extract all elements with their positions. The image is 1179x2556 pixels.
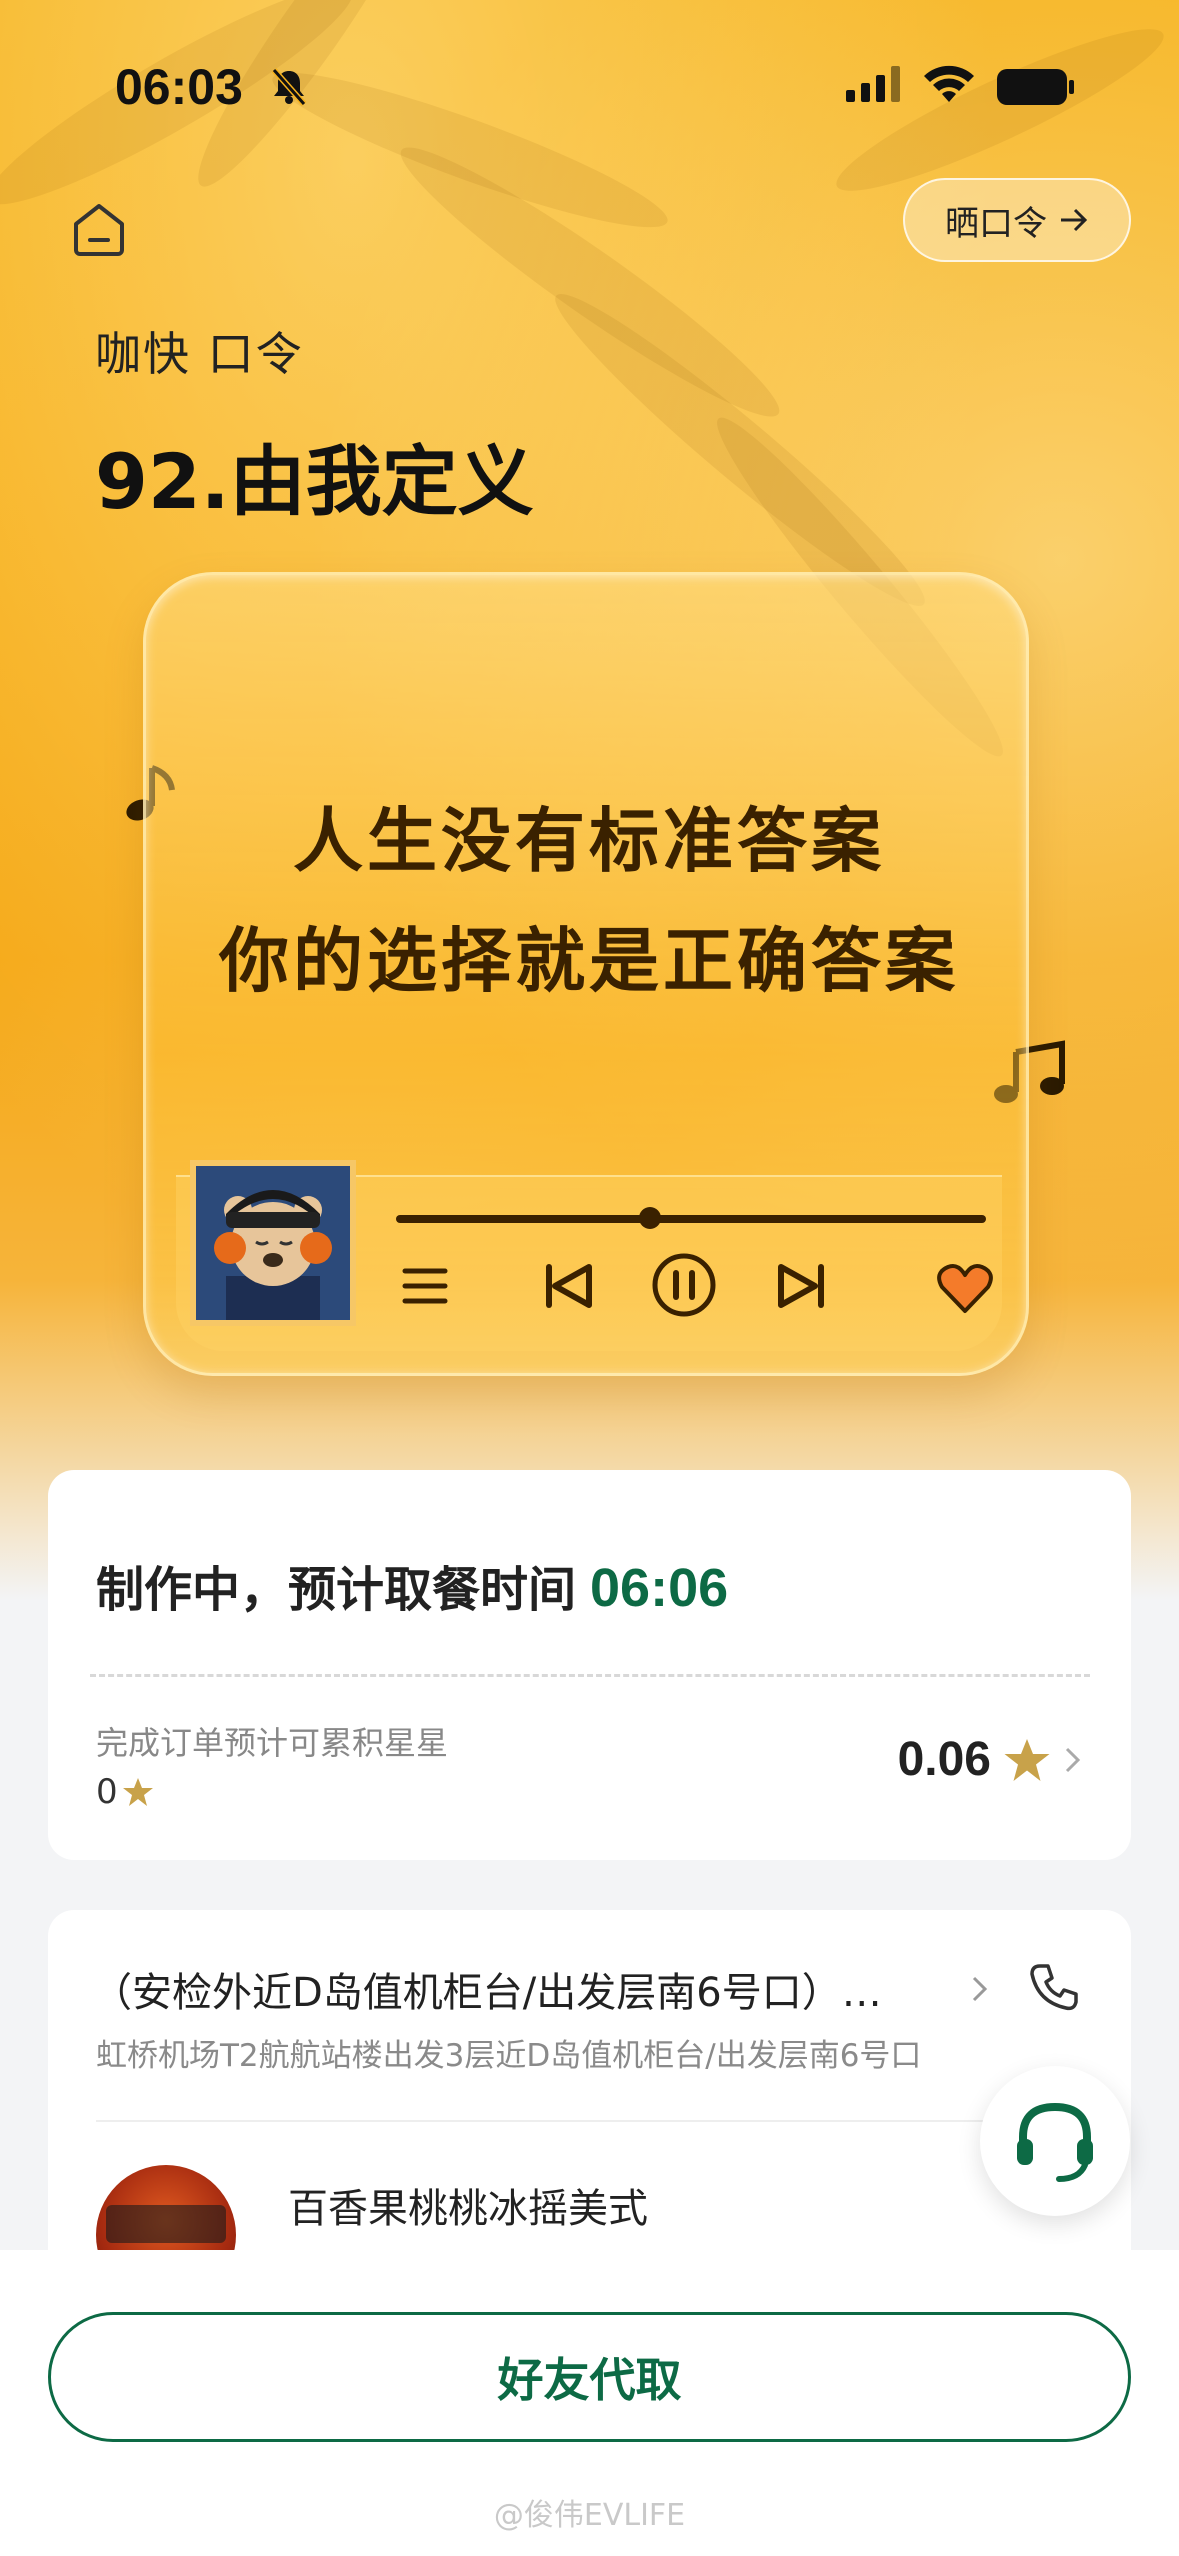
current-stars: 0 — [96, 1772, 154, 1812]
silent-bell-icon — [271, 68, 307, 106]
bottom-action-bar: 好友代取 @俊伟EVLIFE — [0, 2250, 1179, 2556]
order-status-card: 制作中，预计取餐时间 06:06 完成订单预计可累积星星 0 0.06 — [48, 1470, 1131, 1860]
chevron-right-icon[interactable] — [970, 1974, 990, 2004]
progress-track[interactable] — [396, 1215, 986, 1223]
arrow-right-icon — [1061, 208, 1088, 232]
stars-accum-label: 完成订单预计可累积星星 — [96, 1724, 449, 1762]
share-code-button[interactable]: 晒口令 — [903, 178, 1131, 262]
customer-service-button[interactable] — [980, 2066, 1130, 2216]
previous-track-icon[interactable] — [541, 1261, 597, 1311]
heart-icon[interactable] — [936, 1263, 994, 1315]
home-icon[interactable] — [70, 200, 128, 258]
brand-label: 咖快 口令 — [95, 327, 304, 381]
pickup-status: 制作中，预计取餐时间 06:06 — [96, 1550, 728, 1620]
store-name[interactable]: （安检外近D岛值机柜台/出发层南6号口）… — [92, 1960, 992, 2018]
chevron-right-icon — [1065, 1747, 1081, 1772]
lyric-line-1: 人生没有标准答案 — [293, 800, 885, 882]
star-icon — [1004, 1738, 1050, 1781]
star-icon — [122, 1778, 153, 1806]
store-address: 虹桥机场T2航航站楼出发3层近D岛值机柜台/出发层南6号口 — [96, 2038, 922, 2074]
product-name: 百香果桃桃冰摇美式 — [288, 2186, 648, 2232]
headset-icon — [1017, 2102, 1093, 2182]
share-code-label: 晒口令 — [945, 203, 1047, 244]
phone-icon[interactable] — [1028, 1962, 1078, 2012]
status-time: 06:03 — [115, 59, 243, 115]
watermark: @俊伟EVLIFE — [493, 2498, 686, 2533]
pickup-time: 06:06 — [590, 1558, 729, 1618]
battery-icon — [997, 69, 1074, 105]
playlist-icon[interactable] — [401, 1265, 449, 1307]
current-stars-value: 0 — [96, 1772, 118, 1812]
pickup-status-prefix: 制作中，预计取餐时间 — [96, 1562, 577, 1618]
stars-earned-value: 0.06 — [897, 1733, 991, 1786]
wifi-icon — [924, 65, 974, 102]
cellular-signal-icon — [846, 66, 900, 102]
friend-pickup-button[interactable]: 好友代取 — [48, 2312, 1131, 2442]
pause-icon[interactable] — [650, 1251, 718, 1319]
lyric-card: 人生没有标准答案 你的选择就是正确答案 — [143, 572, 1029, 1376]
stars-earned[interactable]: 0.06 — [898, 1732, 1083, 1787]
divider — [96, 2120, 1086, 2122]
next-track-icon[interactable] — [773, 1261, 829, 1311]
page-title: 92.由我定义 — [95, 437, 534, 526]
lyric-line-2: 你的选择就是正确答案 — [219, 920, 959, 1002]
progress-handle[interactable] — [638, 1207, 661, 1229]
album-avatar — [190, 1160, 356, 1326]
dashed-divider — [90, 1674, 1090, 1677]
